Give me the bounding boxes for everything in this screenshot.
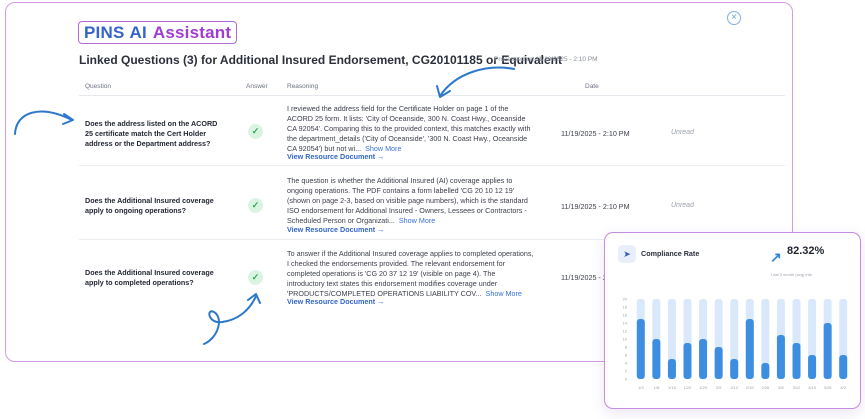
- x-tick-label: 2/12: [730, 385, 739, 390]
- bar-3/12: [792, 343, 801, 379]
- view-resource-document-link[interactable]: View Resource Document →: [287, 297, 384, 306]
- reasoning-body: I reviewed the address field for the Cer…: [287, 104, 531, 153]
- status-badge: Unread: [671, 202, 694, 209]
- y-tick-label: 0: [625, 377, 628, 382]
- y-tick-label: 4: [625, 361, 628, 366]
- date-text: 11/19/2025 - 2:10 PM: [561, 129, 630, 138]
- y-tick-label: 10: [623, 337, 628, 342]
- y-tick-label: 18: [623, 305, 628, 310]
- y-tick-label: 20: [623, 297, 628, 302]
- compliance-title: Compliance Rate: [641, 249, 700, 258]
- status-badge: Unread: [671, 129, 694, 136]
- bar-1/29: [699, 339, 708, 379]
- column-reasoning: Reasoning: [287, 83, 319, 90]
- bar-4/2: [839, 355, 848, 379]
- stage: PINS AI Assistant × Linked Questions (3)…: [0, 0, 865, 419]
- bar-3/19: [808, 355, 817, 379]
- x-tick-label: 4/2: [840, 385, 846, 390]
- x-tick-label: 1/22: [684, 385, 693, 390]
- column-answer: Answer: [246, 83, 268, 90]
- arrow-doodle-top: [436, 66, 515, 98]
- reasoning-text: I reviewed the address field for the Cer…: [287, 104, 534, 154]
- arrow-doodle-left: [14, 110, 74, 135]
- bar-1/3: [636, 319, 645, 379]
- y-tick-label: 6: [625, 353, 628, 358]
- table-row: Does the address listed on the ACORD 25 …: [79, 97, 785, 166]
- compliance-subtitle: Last 3 month (avg) info: [771, 272, 812, 277]
- x-tick-label: 3/19: [808, 385, 817, 390]
- bar-1/22: [683, 343, 692, 379]
- compliance-bar-chart: 0 2 4 6 8 10 12 14 16 18 20 1/3 1/8 1/15 1/22 1/29 2/5 2/…: [623, 297, 848, 390]
- date-text: 11/19/2025 - 2:10 PM: [561, 202, 630, 211]
- bar-2/12: [730, 359, 739, 379]
- reasoning-text: To answer if the Additional Insured cove…: [287, 249, 534, 299]
- processed-timestamp: Processed on 11/19/2025 - 2:10 PM: [494, 56, 598, 63]
- x-tick-label: 3/12: [793, 385, 802, 390]
- y-tick-label: 2: [625, 369, 628, 374]
- question-text: Does the address listed on the ACORD 25 …: [85, 119, 218, 148]
- view-resource-document-link[interactable]: View Resource Document →: [287, 152, 384, 161]
- table-row: Does the Additional Insured coverage app…: [79, 167, 785, 240]
- view-resource-document-link[interactable]: View Resource Document →: [287, 225, 384, 234]
- logo-assistant: Assistant: [152, 22, 232, 42]
- compliance-value: 82.32%: [787, 245, 825, 257]
- show-more-link[interactable]: Show More: [486, 289, 522, 298]
- bar-1/15: [667, 359, 676, 379]
- check-icon: ✓: [248, 124, 263, 139]
- column-question: Question: [85, 83, 112, 90]
- close-icon[interactable]: ×: [727, 11, 741, 25]
- x-tick-label: 2/5: [716, 385, 722, 390]
- x-tick-label: 3/5: [778, 385, 784, 390]
- bar-1/8: [652, 339, 661, 379]
- check-icon: ✓: [248, 270, 263, 285]
- y-tick-label: 16: [623, 313, 628, 318]
- y-tick-label: 14: [623, 321, 628, 326]
- question-text: Does the Additional Insured coverage app…: [85, 196, 214, 215]
- cursor-icon: ➤: [618, 245, 636, 263]
- compliance-rate-card: ➤ Compliance Rate ↗ 82.32% Last 3 month …: [604, 232, 861, 409]
- x-tick-label: 1/8: [654, 385, 660, 390]
- x-tick-label: 1/15: [668, 385, 677, 390]
- x-tick-label: 1/3: [638, 385, 644, 390]
- x-tick-label: 2/19: [746, 385, 755, 390]
- x-tick-label: 1/29: [699, 385, 708, 390]
- arrow-doodle-bottom: [203, 293, 261, 345]
- bar-3/26: [823, 323, 832, 379]
- x-tick-label: 2/26: [761, 385, 770, 390]
- y-tick-label: 12: [623, 329, 628, 334]
- logo-ai: AI: [129, 22, 147, 42]
- bar-2/19: [745, 319, 754, 379]
- x-tick-label: 3/26: [824, 385, 833, 390]
- pins-ai-logo: PINS AI Assistant: [78, 21, 238, 44]
- logo-pins: PINS: [84, 22, 125, 42]
- column-date: Date: [585, 83, 599, 90]
- bar-2/5: [714, 347, 723, 379]
- reasoning-text: The question is whether the Additional I…: [287, 176, 534, 226]
- check-icon: ✓: [248, 198, 263, 213]
- trend-up-icon: ↗: [770, 249, 782, 265]
- y-tick-label: 8: [625, 345, 628, 350]
- show-more-link[interactable]: Show More: [399, 216, 435, 225]
- bar-2/26: [761, 363, 770, 379]
- question-text: Does the Additional Insured coverage app…: [85, 268, 214, 287]
- bar-3/5: [776, 335, 785, 379]
